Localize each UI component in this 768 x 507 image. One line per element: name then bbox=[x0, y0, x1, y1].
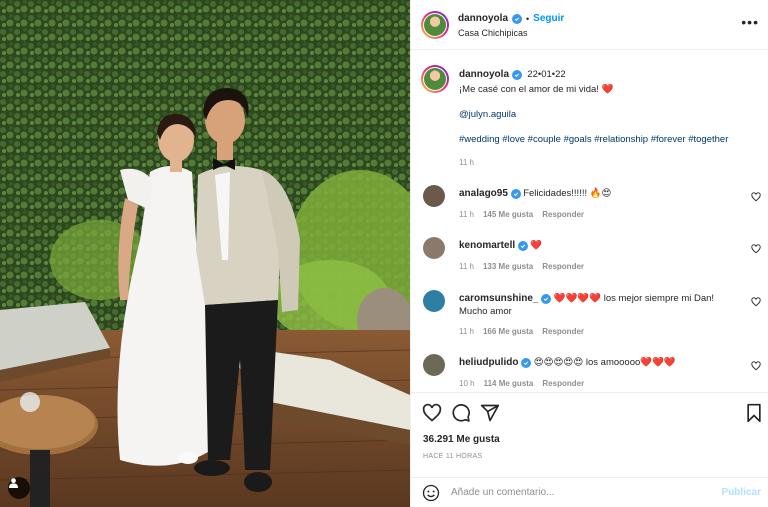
publish-button[interactable]: Publicar bbox=[722, 487, 761, 498]
verified-icon bbox=[512, 13, 523, 24]
caption-username[interactable]: dannoyola bbox=[459, 69, 509, 80]
post-header: dannoyola • Seguir Casa Chichipicas ••• bbox=[411, 0, 768, 50]
comment-input[interactable] bbox=[451, 482, 711, 502]
commenter-username[interactable]: kenomartell bbox=[459, 240, 515, 251]
comment-text: Felicidades!!!!!! 🔥😍 bbox=[523, 188, 612, 199]
commenter-username[interactable]: analago95 bbox=[459, 188, 508, 199]
commenter-avatar[interactable] bbox=[423, 185, 445, 207]
comment-text: ❤️ bbox=[530, 240, 543, 251]
verified-icon bbox=[511, 70, 522, 80]
commenter-username[interactable]: heliudpulido bbox=[459, 357, 518, 368]
caption-age: 11 h bbox=[459, 158, 474, 167]
commenter-username[interactable]: caromsunshine_ bbox=[459, 293, 538, 304]
more-icon[interactable]: ••• bbox=[741, 15, 759, 29]
heart-icon[interactable] bbox=[751, 361, 761, 371]
comment-likes[interactable]: 145 Me gusta bbox=[483, 210, 533, 219]
bookmark-icon[interactable] bbox=[744, 403, 764, 423]
separator-dot: • bbox=[526, 13, 530, 24]
caption-author-avatar[interactable] bbox=[421, 65, 449, 93]
user-tag-icon[interactable] bbox=[8, 477, 30, 499]
comment-age: 11 h bbox=[459, 262, 474, 271]
reply-button[interactable]: Responder bbox=[542, 379, 584, 388]
emoji-icon[interactable] bbox=[422, 484, 440, 502]
heart-icon[interactable] bbox=[751, 244, 761, 254]
caption-text: ¡Me casé con el amor de mi vida! bbox=[459, 84, 599, 95]
commenter-avatar[interactable] bbox=[423, 354, 445, 376]
comment-likes[interactable]: 133 Me gusta bbox=[483, 262, 533, 271]
comment-age: 10 h bbox=[459, 379, 475, 388]
heart-icon[interactable] bbox=[422, 403, 442, 423]
heart-icon[interactable] bbox=[751, 192, 761, 202]
caption-date: 22•01•22 bbox=[527, 69, 566, 80]
comment-composer: Publicar bbox=[411, 477, 768, 505]
post-actions: 36.291 Me gusta HACE 11 HORAS Publicar bbox=[411, 392, 768, 504]
verified-icon bbox=[510, 189, 521, 199]
heart-icon[interactable] bbox=[751, 297, 761, 307]
verified-icon bbox=[517, 241, 528, 251]
comment-likes[interactable]: 166 Me gusta bbox=[483, 327, 533, 336]
reply-button[interactable]: Responder bbox=[542, 262, 584, 271]
likes-count[interactable]: 36.291 Me gusta bbox=[423, 434, 500, 445]
commenter-avatar[interactable] bbox=[423, 290, 445, 312]
reply-button[interactable]: Responder bbox=[542, 327, 584, 336]
caption-emoji: ❤️ bbox=[601, 84, 614, 95]
post-timestamp: HACE 11 HORAS bbox=[423, 453, 483, 460]
comment-likes[interactable]: 114 Me gusta bbox=[484, 379, 534, 388]
post-details-panel: dannoyola • Seguir Casa Chichipicas ••• … bbox=[410, 0, 768, 507]
commenter-avatar[interactable] bbox=[423, 237, 445, 259]
author-username[interactable]: dannoyola bbox=[458, 13, 508, 24]
comment-icon[interactable] bbox=[451, 403, 471, 423]
reply-button[interactable]: Responder bbox=[542, 210, 584, 219]
post-photo[interactable] bbox=[0, 0, 410, 507]
wedding-photo bbox=[0, 0, 410, 507]
comment-text: 😍😍😍😍😍 los amooooo❤️❤️❤️ bbox=[533, 357, 676, 368]
verified-icon bbox=[541, 294, 552, 304]
caption-mention[interactable]: @julyn.aguila bbox=[459, 109, 516, 120]
post-location[interactable]: Casa Chichipicas bbox=[458, 28, 528, 38]
caption-hashtags[interactable]: #wedding #love #couple #goals #relations… bbox=[459, 134, 728, 145]
share-icon[interactable] bbox=[480, 403, 500, 423]
comment-age: 11 h bbox=[459, 210, 474, 219]
verified-icon bbox=[521, 358, 532, 368]
follow-button[interactable]: Seguir bbox=[533, 13, 564, 24]
author-avatar[interactable] bbox=[421, 11, 449, 39]
comment-age: 11 h bbox=[459, 327, 474, 336]
